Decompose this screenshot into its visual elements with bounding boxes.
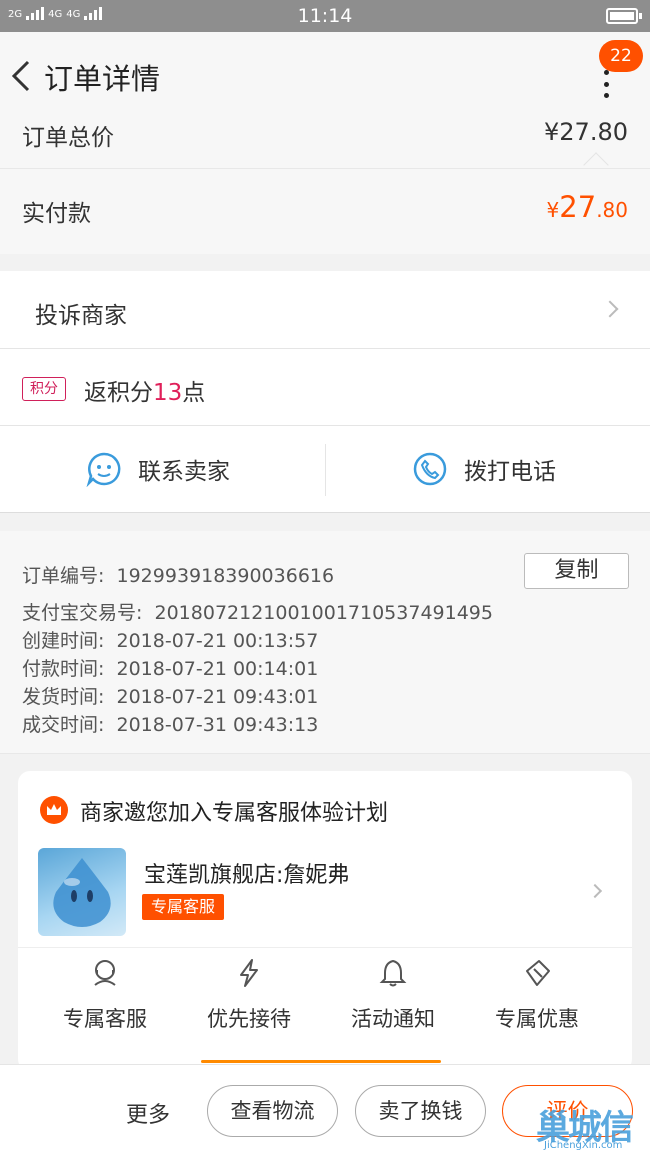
order-number-label: 订单编号: xyxy=(22,565,105,587)
contact-seller-button[interactable]: 联系卖家 xyxy=(86,451,230,487)
vertical-divider xyxy=(325,444,326,496)
alipay-number-value: 2018072121001001710537491495 xyxy=(154,602,493,624)
crown-icon xyxy=(40,796,68,824)
lightning-icon xyxy=(240,959,258,987)
created-time-value: 2018-07-21 00:13:57 xyxy=(116,630,319,652)
paid-currency: ¥ xyxy=(546,198,560,222)
divider xyxy=(0,512,650,513)
contact-seller-label: 联系卖家 xyxy=(138,459,230,485)
back-arrow-icon[interactable] xyxy=(8,56,38,96)
more-options-icon[interactable] xyxy=(596,70,616,98)
paid-time-label: 付款时间: xyxy=(22,658,105,680)
more-button[interactable]: 更多 xyxy=(126,1097,170,1129)
chevron-right-icon xyxy=(601,300,619,318)
feature-label: 活动通知 xyxy=(351,1007,435,1031)
caret-indicator xyxy=(583,152,609,178)
divider xyxy=(0,168,650,169)
feature-priority-service[interactable]: 优先接待 xyxy=(179,957,319,1033)
scroll-indicator xyxy=(201,1060,441,1063)
phone-icon xyxy=(413,452,447,486)
service-card-title: 商家邀您加入专属客服体验计划 xyxy=(80,801,389,826)
shipped-time-label: 发货时间: xyxy=(22,686,105,708)
paid-amount: ¥27.80 xyxy=(547,190,628,224)
shop-name[interactable]: 宝莲凯旗舰店:詹妮弗 xyxy=(144,857,349,889)
paid-decimal: .80 xyxy=(596,198,628,222)
points-value: 13 xyxy=(153,380,183,406)
points-suffix: 点 xyxy=(182,380,206,406)
price-summary: 订单总价 ¥27.80 实付款 ¥27.80 xyxy=(0,118,650,254)
feature-label: 专属优惠 xyxy=(495,1007,579,1031)
chat-bubble-icon xyxy=(86,452,121,487)
complain-seller-label: 投诉商家 xyxy=(35,303,127,329)
paid-integer: 27 xyxy=(559,190,597,224)
copy-button[interactable]: 复制 xyxy=(524,553,629,589)
exclusive-service-card: 商家邀您加入专属客服体验计划 宝莲凯旗舰店:詹妮弗 专属客服 专属客服 优先接待… xyxy=(18,771,632,1071)
complain-seller-row[interactable]: 投诉商家 xyxy=(0,271,650,348)
shipped-time-line: 发货时间: 2018-07-21 09:43:01 xyxy=(22,682,318,709)
total-price-label: 订单总价 xyxy=(22,125,114,151)
ticket-icon xyxy=(526,960,550,986)
paid-time-line: 付款时间: 2018-07-21 00:14:01 xyxy=(22,654,318,681)
points-text: 返积分13点 xyxy=(84,373,205,407)
feature-label: 专属客服 xyxy=(63,1007,147,1031)
nav-bar: 订单详情 22 xyxy=(0,32,650,120)
resell-button[interactable]: 卖了换钱 xyxy=(355,1085,486,1137)
site-watermark-logo: 巢城信 JiChengXin.com xyxy=(532,1100,650,1155)
call-phone-label: 拨打电话 xyxy=(464,459,556,485)
shipped-time-value: 2018-07-21 09:43:01 xyxy=(116,686,319,708)
total-price-value: ¥27.80 xyxy=(544,118,628,146)
paid-label: 实付款 xyxy=(22,201,91,227)
completed-time-label: 成交时间: xyxy=(22,714,105,736)
feature-exclusive-service[interactable]: 专属客服 xyxy=(35,957,175,1033)
points-tag: 积分 xyxy=(22,377,66,401)
status-bar: 2G 4G 4G 11:14 xyxy=(0,0,650,32)
order-number-line: 订单编号: 192993918390036616 xyxy=(22,561,334,588)
alipay-number-label: 支付宝交易号: xyxy=(22,602,143,624)
completed-time-value: 2018-07-31 09:43:13 xyxy=(116,714,319,736)
headset-icon xyxy=(94,960,116,986)
completed-time-line: 成交时间: 2018-07-31 09:43:13 xyxy=(22,710,318,737)
points-prefix: 返积分 xyxy=(84,380,153,406)
watermark-url: JiChengXin.com xyxy=(544,1140,623,1151)
alipay-number-line: 支付宝交易号: 2018072121001001710537491495 xyxy=(22,598,493,625)
created-time-label: 创建时间: xyxy=(22,630,105,652)
created-time-line: 创建时间: 2018-07-21 00:13:57 xyxy=(22,626,318,653)
shop-avatar[interactable] xyxy=(38,848,126,936)
feature-activity-notice[interactable]: 活动通知 xyxy=(323,957,463,1033)
order-number-value: 192993918390036616 xyxy=(116,565,335,587)
chevron-right-icon[interactable] xyxy=(587,883,603,899)
page-title: 订单详情 xyxy=(44,62,161,96)
divider xyxy=(0,753,650,754)
feature-label: 优先接待 xyxy=(207,1007,291,1031)
mascot-icon xyxy=(53,858,111,927)
bell-icon xyxy=(379,959,407,987)
divider xyxy=(18,947,632,948)
call-phone-button[interactable]: 拨打电话 xyxy=(412,451,556,487)
battery-icon xyxy=(606,8,642,24)
status-time: 11:14 xyxy=(297,5,353,27)
paid-time-value: 2018-07-21 00:14:01 xyxy=(116,658,319,680)
exclusive-service-tag: 专属客服 xyxy=(142,894,224,920)
view-logistics-button[interactable]: 查看物流 xyxy=(207,1085,338,1137)
message-badge[interactable]: 22 xyxy=(599,40,643,72)
feature-exclusive-discount[interactable]: 专属优惠 xyxy=(467,957,607,1033)
